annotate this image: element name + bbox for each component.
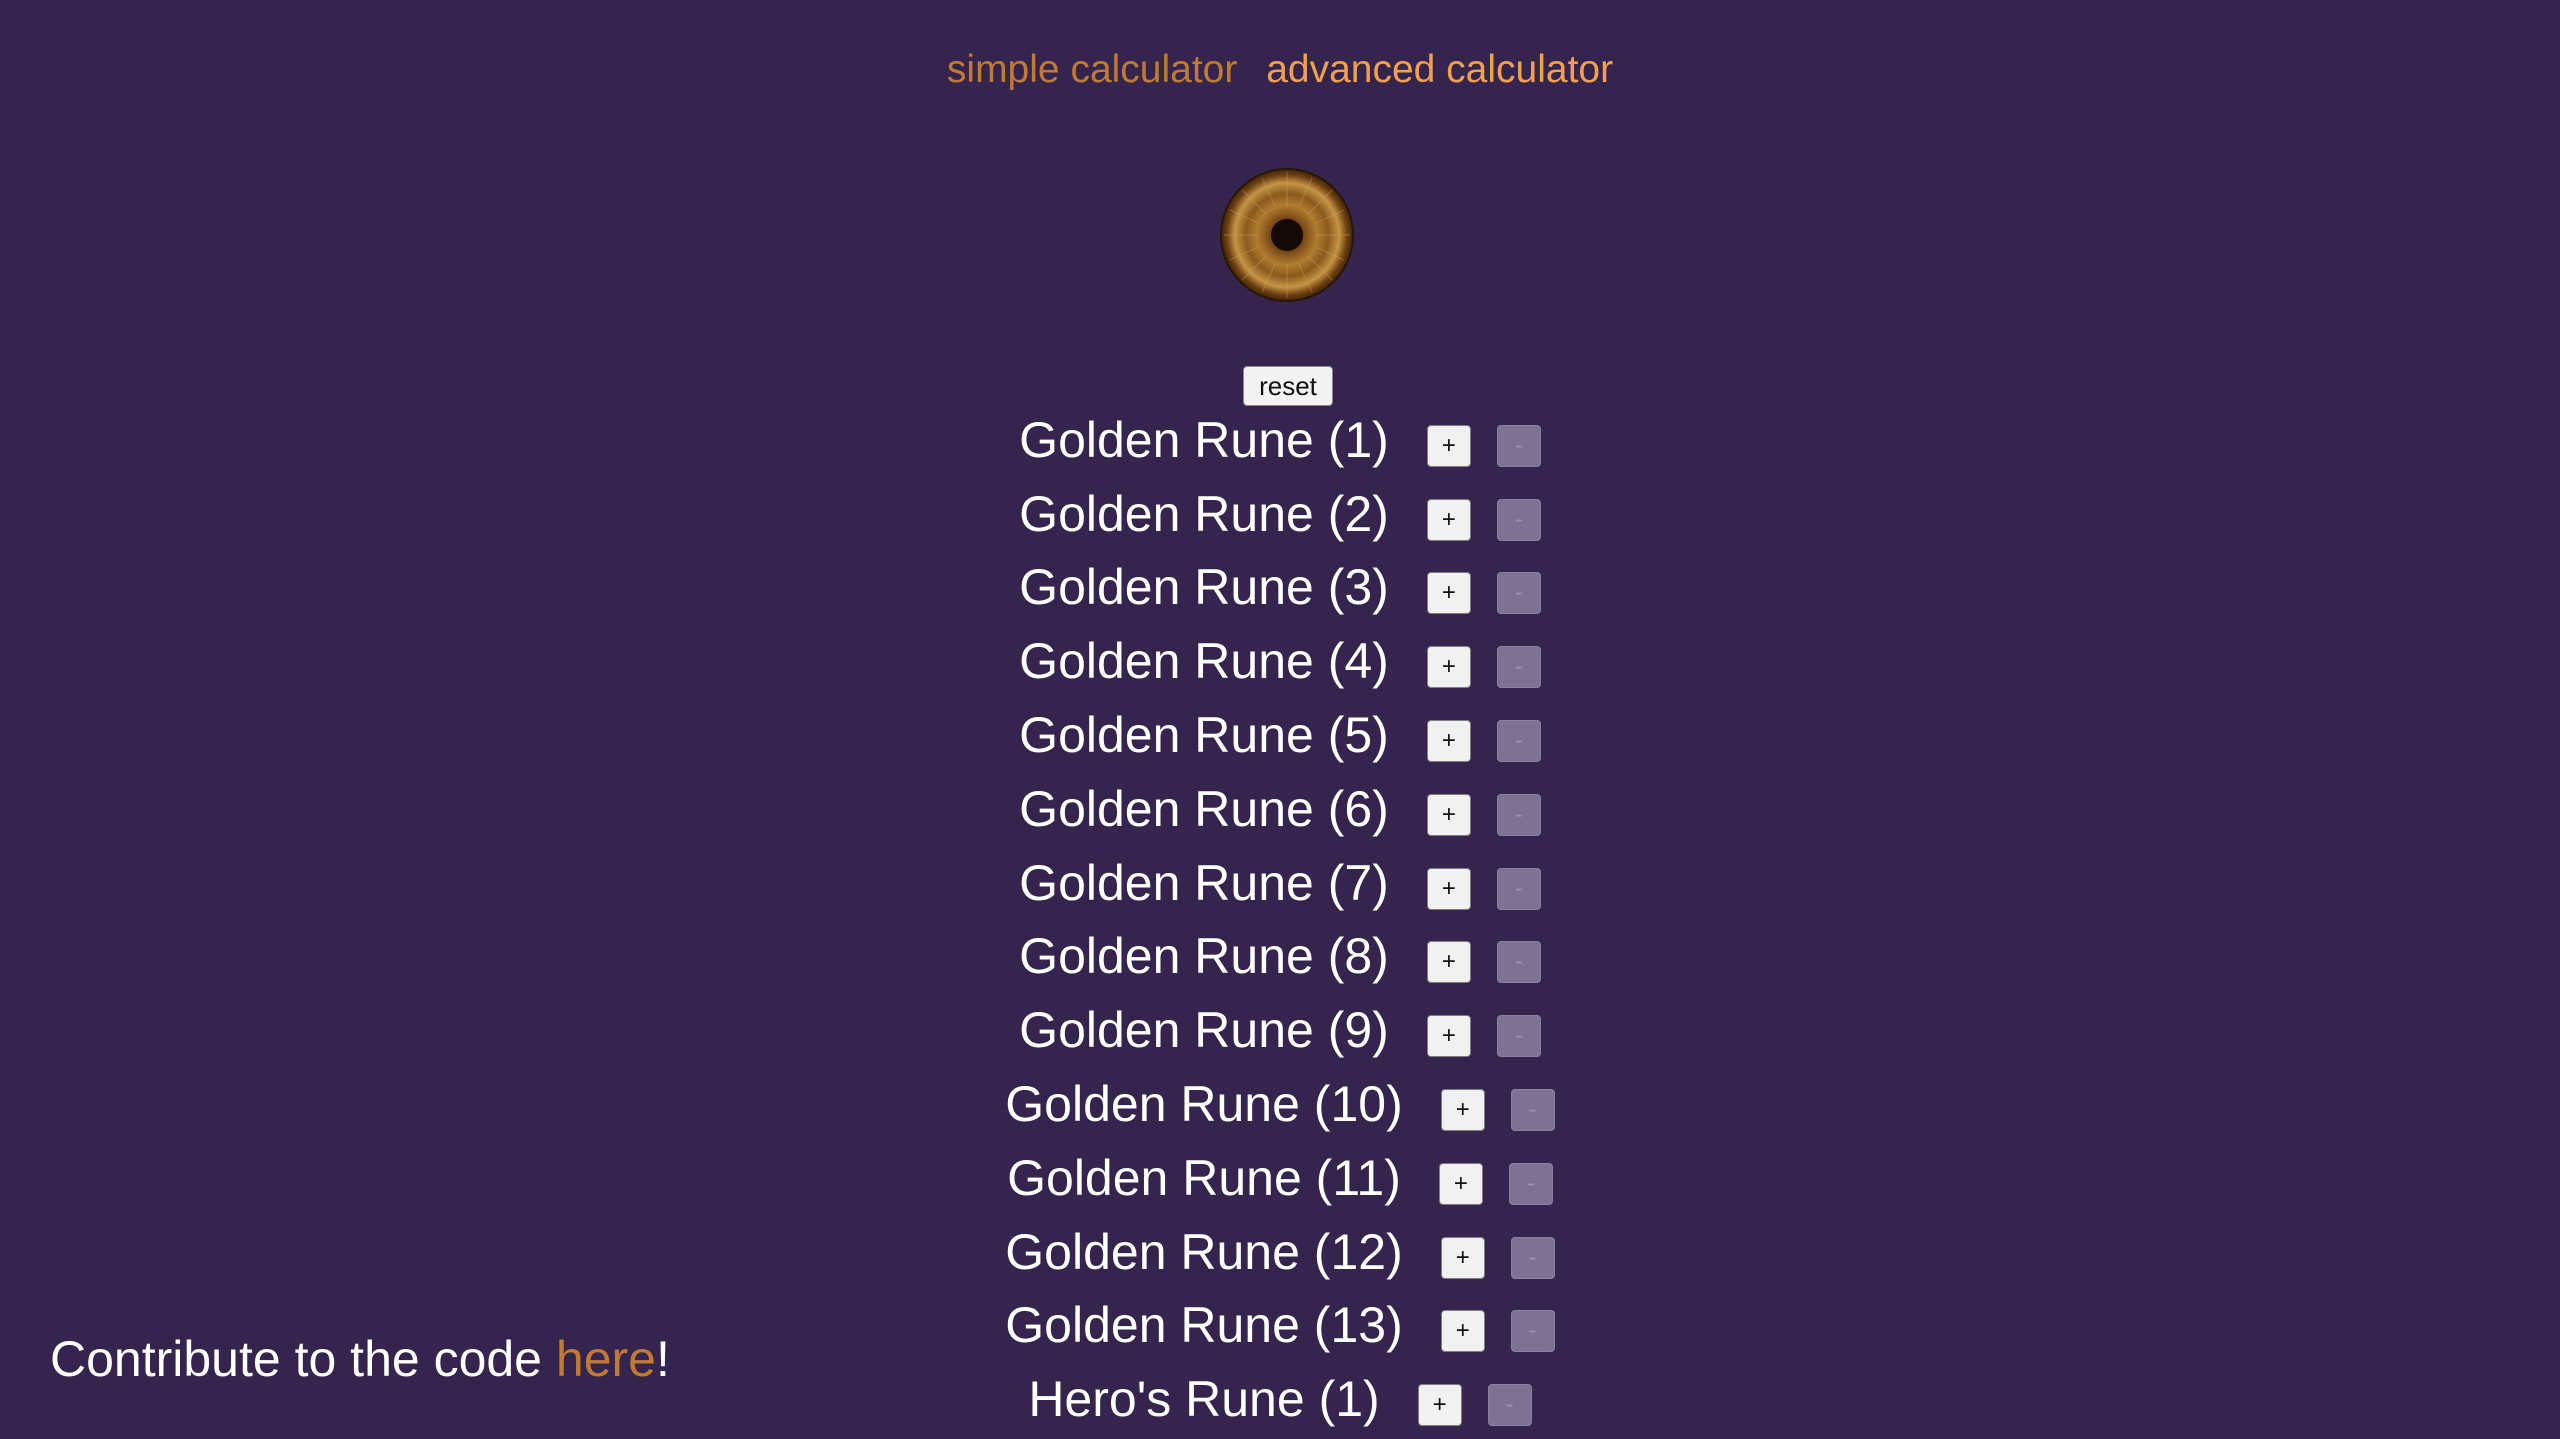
rune-name: Golden Rune (3) <box>1019 559 1389 616</box>
rune-row: Golden Rune (11) + - <box>0 1141 2560 1215</box>
decrement-button[interactable]: - <box>1496 1015 1541 1058</box>
increment-button[interactable]: + <box>1426 1015 1471 1058</box>
rune-row: Golden Rune (9) + - <box>0 993 2560 1067</box>
rune-row: Golden Rune (7) + - <box>0 846 2560 920</box>
rune-name: Golden Rune (1) <box>1019 411 1389 468</box>
rune-name: Golden Rune (9) <box>1019 1002 1389 1059</box>
rune-name: Golden Rune (8) <box>1019 928 1389 985</box>
decrement-button[interactable]: - <box>1487 1384 1532 1427</box>
decrement-button[interactable]: - <box>1496 646 1541 689</box>
rune-row: Golden Rune (12) + - <box>0 1215 2560 1289</box>
decrement-button[interactable]: - <box>1496 498 1541 541</box>
simple-calculator-link[interactable]: simple calculator <box>947 48 1237 91</box>
decrement-button[interactable]: - <box>1496 720 1541 763</box>
increment-button[interactable]: + <box>1426 498 1471 541</box>
decrement-button[interactable]: - <box>1510 1310 1555 1353</box>
increment-button[interactable]: + <box>1426 941 1471 984</box>
rune-name: Golden Rune (10) <box>1005 1076 1403 1133</box>
decrement-button[interactable]: - <box>1510 1236 1555 1279</box>
calculator-nav: simple calculator advanced calculator <box>0 48 2560 92</box>
rune-name: Golden Rune (5) <box>1019 707 1389 764</box>
rune-row: Golden Rune (6) + - <box>0 772 2560 846</box>
rune-name: Golden Rune (2) <box>1019 485 1389 542</box>
increment-button[interactable]: + <box>1426 646 1471 689</box>
rune-name: Golden Rune (11) <box>1007 1149 1401 1206</box>
rune-row: Golden Rune (1) + - <box>0 403 2560 477</box>
increment-button[interactable]: + <box>1426 424 1471 467</box>
increment-button[interactable]: + <box>1417 1384 1462 1427</box>
increment-button[interactable]: + <box>1426 572 1471 615</box>
rune-row: Golden Rune (5) + - <box>0 698 2560 772</box>
rune-name: Golden Rune (6) <box>1019 780 1389 837</box>
contribute-link[interactable]: here <box>556 1331 656 1387</box>
increment-button[interactable]: + <box>1440 1089 1485 1132</box>
reset-button[interactable]: reset <box>1243 366 1333 406</box>
increment-button[interactable]: + <box>1440 1310 1485 1353</box>
increment-button[interactable]: + <box>1426 867 1471 910</box>
rune-row: Golden Rune (8) + - <box>0 920 2560 994</box>
rune-row: Golden Rune (10) + - <box>0 1067 2560 1141</box>
rune-name: Hero's Rune (1) <box>1028 1371 1380 1428</box>
increment-button[interactable]: + <box>1440 1236 1485 1279</box>
rune-list: Golden Rune (1) + - Golden Rune (2) + - Golden… <box>0 403 2560 1436</box>
decrement-button[interactable]: - <box>1496 867 1541 910</box>
contribute-suffix: ! <box>655 1331 670 1387</box>
page: simple calculator advanced calculator re… <box>0 0 2560 1439</box>
rune-row: Golden Rune (4) + - <box>0 624 2560 698</box>
contribute-footer: Contribute to the code here! <box>50 1330 670 1388</box>
decrement-button[interactable]: - <box>1508 1162 1553 1205</box>
increment-button[interactable]: + <box>1438 1162 1483 1205</box>
decrement-button[interactable]: - <box>1510 1089 1555 1132</box>
decrement-button[interactable]: - <box>1496 424 1541 467</box>
rune-row: Golden Rune (2) + - <box>0 477 2560 551</box>
rune-row: Golden Rune (3) + - <box>0 551 2560 625</box>
advanced-calculator-link[interactable]: advanced calculator <box>1266 48 1613 91</box>
rune-name: Golden Rune (12) <box>1005 1223 1403 1280</box>
contribute-text: Contribute to the code <box>50 1331 556 1387</box>
rune-name: Golden Rune (4) <box>1019 633 1389 690</box>
increment-button[interactable]: + <box>1426 793 1471 836</box>
increment-button[interactable]: + <box>1426 720 1471 763</box>
golden-rune-icon <box>1220 168 1354 302</box>
decrement-button[interactable]: - <box>1496 793 1541 836</box>
rune-name: Golden Rune (13) <box>1005 1297 1403 1354</box>
decrement-button[interactable]: - <box>1496 941 1541 984</box>
decrement-button[interactable]: - <box>1496 572 1541 615</box>
rune-name: Golden Rune (7) <box>1019 854 1389 911</box>
